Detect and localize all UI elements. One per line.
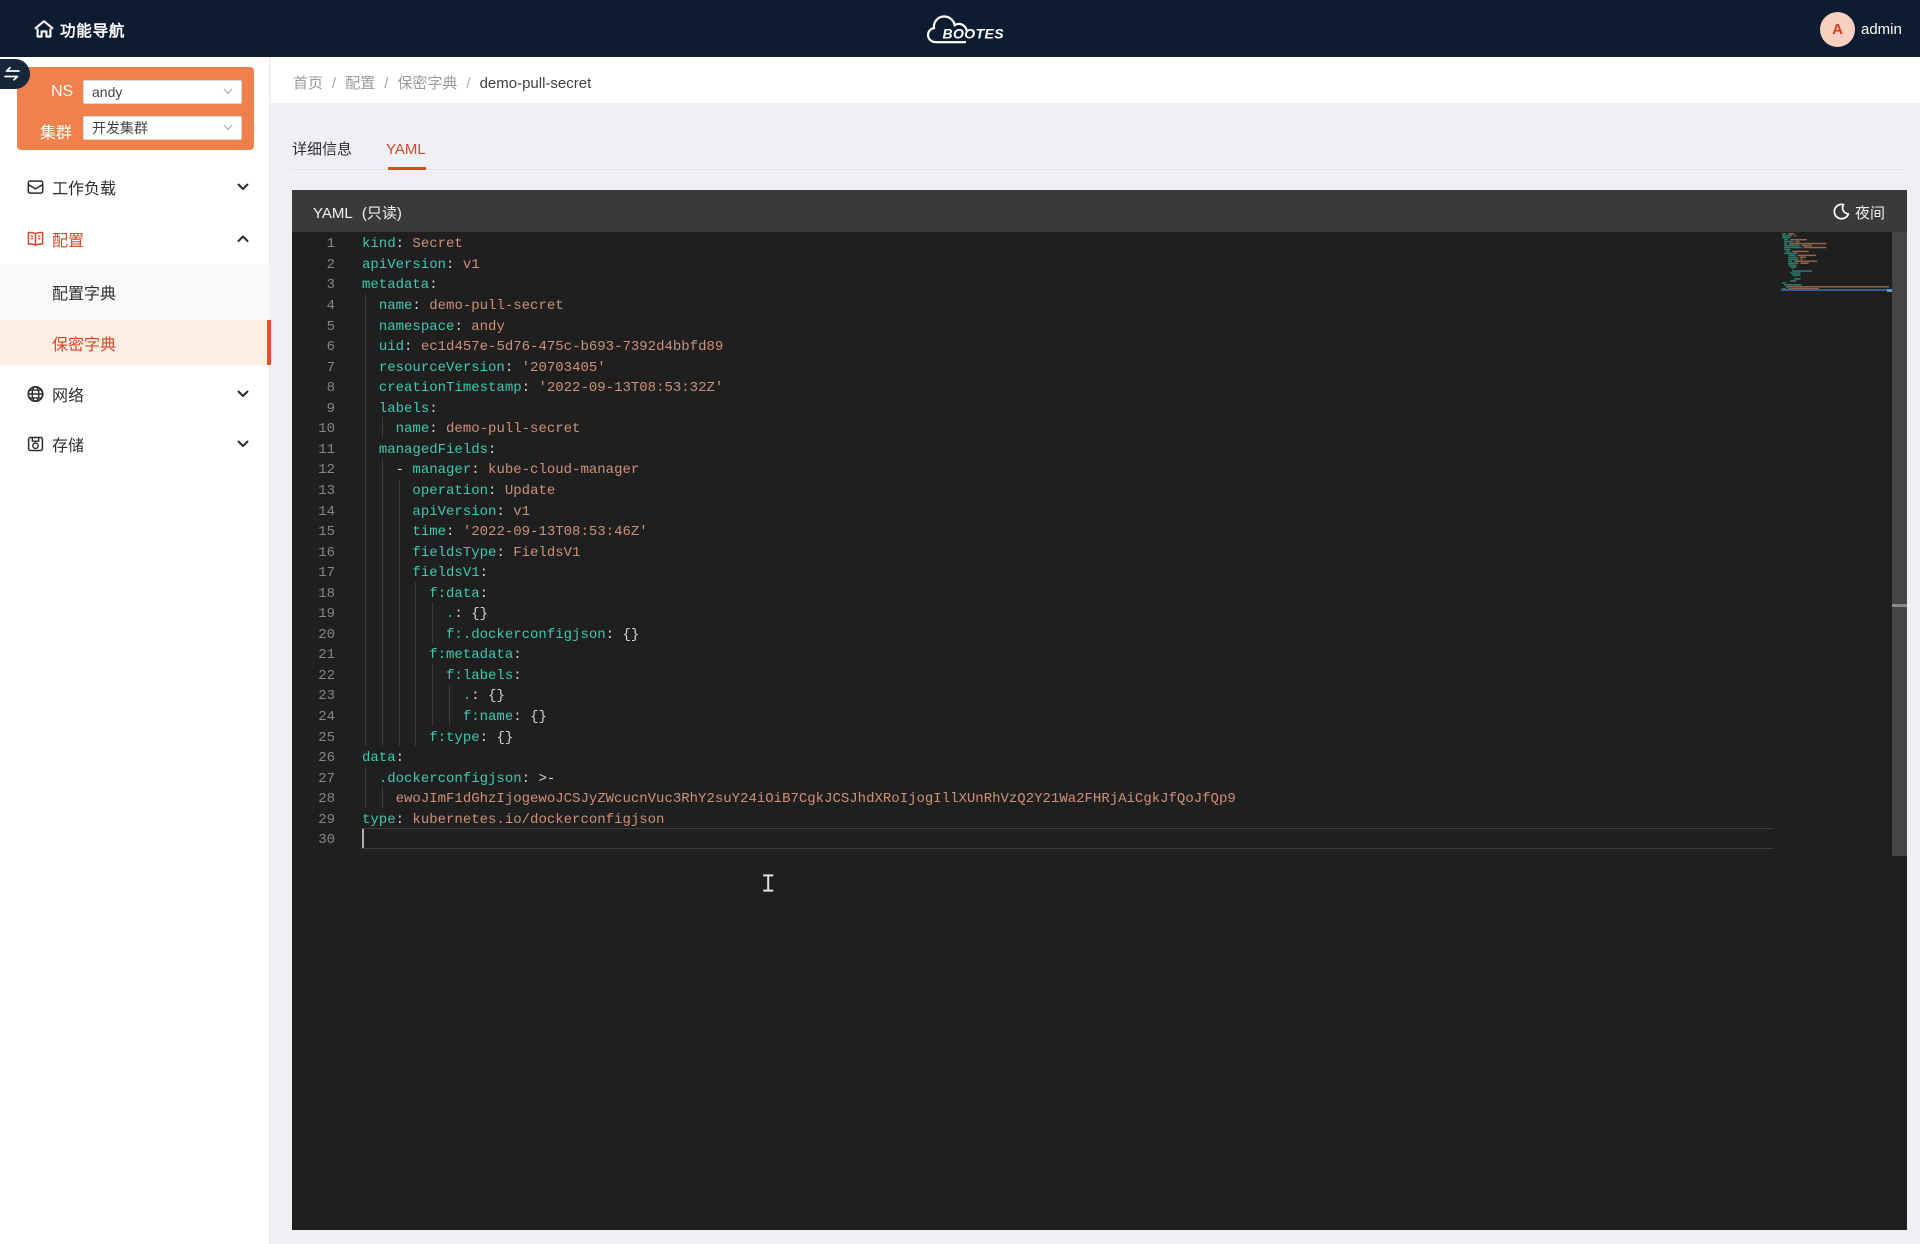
svg-text:BOOTES: BOOTES [943, 26, 1005, 42]
